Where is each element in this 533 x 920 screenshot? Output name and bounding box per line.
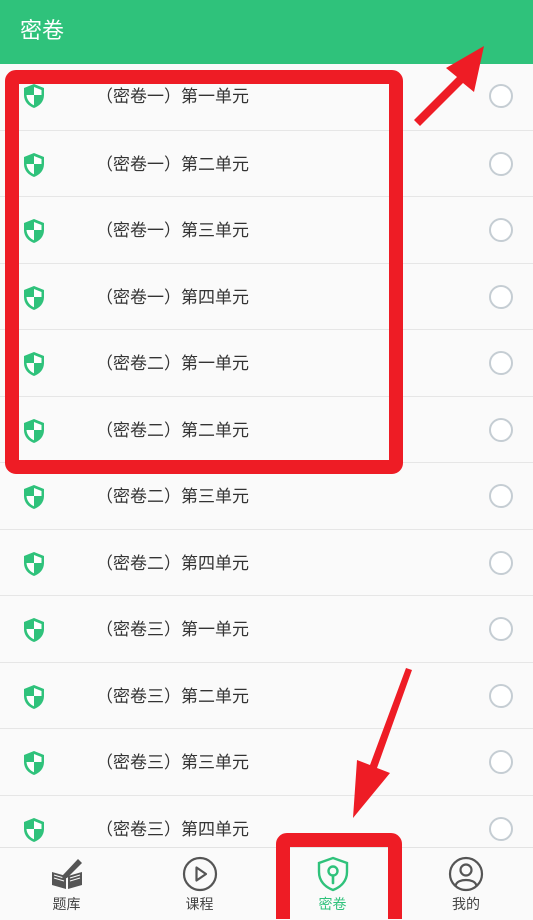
- list-item-label: （密卷一）第四单元: [96, 287, 249, 308]
- list-item[interactable]: （密卷二）第三单元: [0, 463, 533, 530]
- list-item[interactable]: （密卷二）第一单元: [0, 330, 533, 397]
- list-item[interactable]: （密卷二）第二单元: [0, 396, 533, 463]
- select-radio[interactable]: [489, 683, 513, 708]
- list-item-label: （密卷二）第二单元: [96, 420, 249, 441]
- shield-lock-icon: [317, 856, 348, 892]
- list-item-label: （密卷一）第一单元: [96, 87, 249, 107]
- list-item-label: （密卷一）第二单元: [96, 154, 249, 175]
- shield-icon: [24, 285, 44, 310]
- list-item-label: （密卷三）第二单元: [96, 686, 249, 707]
- tab-question-bank[interactable]: 题库: [0, 848, 133, 920]
- select-radio[interactable]: [489, 351, 513, 375]
- list-item[interactable]: （密卷一）第二单元: [0, 130, 533, 197]
- shield-icon: [24, 352, 44, 376]
- page-title: 密卷: [20, 19, 65, 44]
- list-item-label: （密卷二）第一单元: [96, 354, 249, 374]
- shield-icon: [24, 551, 44, 576]
- list-item[interactable]: （密卷一）第三单元: [0, 197, 533, 264]
- tab-course[interactable]: 课程: [133, 848, 266, 920]
- shield-icon: [24, 751, 44, 775]
- list-item[interactable]: （密卷一）第一单元: [0, 64, 533, 131]
- select-radio[interactable]: [489, 617, 513, 641]
- list-item-label: （密卷二）第三单元: [96, 487, 249, 507]
- paper-list: （密卷一）第一单元 （密卷一）第二单元 （密卷一）第三单元 （密卷一）第四单元 …: [0, 64, 533, 862]
- app-header: 密卷: [0, 0, 533, 64]
- shield-icon: [24, 485, 44, 509]
- user-circle-icon: [448, 856, 484, 892]
- play-circle-icon: [182, 856, 217, 892]
- tab-label: 密卷: [318, 897, 347, 913]
- list-item[interactable]: （密卷三）第一单元: [0, 596, 533, 663]
- shield-icon: [24, 219, 44, 243]
- list-item-label: （密卷一）第三单元: [96, 221, 249, 241]
- list-item[interactable]: （密卷二）第四单元: [0, 529, 533, 596]
- shield-icon: [24, 817, 44, 842]
- tab-label: 课程: [185, 897, 214, 913]
- list-item[interactable]: （密卷三）第二单元: [0, 662, 533, 729]
- book-pen-icon: [51, 859, 82, 889]
- tab-profile[interactable]: 我的: [399, 848, 533, 920]
- select-radio[interactable]: [489, 218, 513, 242]
- shield-icon: [24, 152, 44, 177]
- shield-icon: [24, 418, 44, 443]
- select-radio[interactable]: [489, 151, 513, 176]
- select-radio[interactable]: [489, 750, 513, 774]
- list-item[interactable]: （密卷三）第三单元: [0, 729, 533, 796]
- shield-icon: [24, 684, 44, 709]
- list-item-label: （密卷三）第一单元: [96, 620, 249, 640]
- tab-label: 我的: [452, 897, 480, 913]
- tab-label: 题库: [52, 897, 81, 913]
- list-item[interactable]: （密卷一）第四单元: [0, 263, 533, 330]
- list-item-label: （密卷三）第三单元: [96, 753, 249, 773]
- select-radio[interactable]: [489, 816, 513, 841]
- bottom-tab-bar: 题库 课程 密卷 我的: [0, 847, 533, 920]
- shield-icon: [24, 618, 44, 642]
- list-item-label: （密卷二）第四单元: [96, 553, 249, 574]
- select-radio[interactable]: [489, 84, 513, 108]
- tab-secret-paper[interactable]: 密卷: [266, 848, 399, 920]
- select-radio[interactable]: [489, 284, 513, 309]
- shield-icon: [24, 84, 44, 108]
- select-radio[interactable]: [489, 550, 513, 575]
- select-radio[interactable]: [489, 484, 513, 508]
- list-item-label: （密卷三）第四单元: [96, 819, 249, 840]
- select-radio[interactable]: [489, 417, 513, 442]
